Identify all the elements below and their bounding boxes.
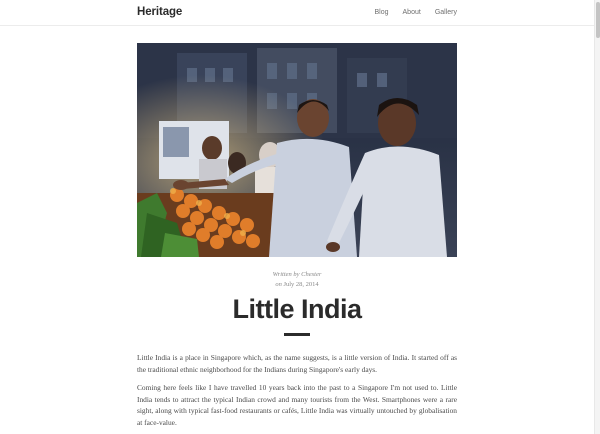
post-date-line: on July 28, 2014: [137, 280, 457, 290]
post-meta: Written by Chester on July 28, 2014: [137, 270, 457, 290]
brand-logo-link[interactable]: Heritage: [137, 6, 182, 18]
hero-image: [137, 43, 457, 257]
main-nav: Blog About Gallery: [375, 9, 458, 16]
page-scrollbar[interactable]: [594, 0, 600, 434]
post-paragraph: Little India is a place in Singapore whi…: [137, 353, 457, 374]
nav-link-about[interactable]: About: [403, 9, 421, 16]
title-divider: [284, 333, 310, 336]
post-date: July 28, 2014: [283, 281, 319, 288]
post-byline: Written by Chester: [272, 271, 322, 278]
post-paragraph: Coming here feels like I have travelled …: [137, 383, 457, 427]
photo-market-vendors-icon: [137, 43, 457, 257]
post-title: Little India: [232, 294, 363, 324]
nav-link-gallery[interactable]: Gallery: [435, 9, 457, 16]
post-date-prefix: on: [275, 281, 282, 288]
nav-link-blog[interactable]: Blog: [375, 9, 389, 16]
scrollbar-thumb[interactable]: [596, 2, 600, 38]
post-body: Little India is a place in Singapore whi…: [137, 352, 457, 434]
site-header: Heritage Blog About Gallery: [0, 0, 594, 26]
